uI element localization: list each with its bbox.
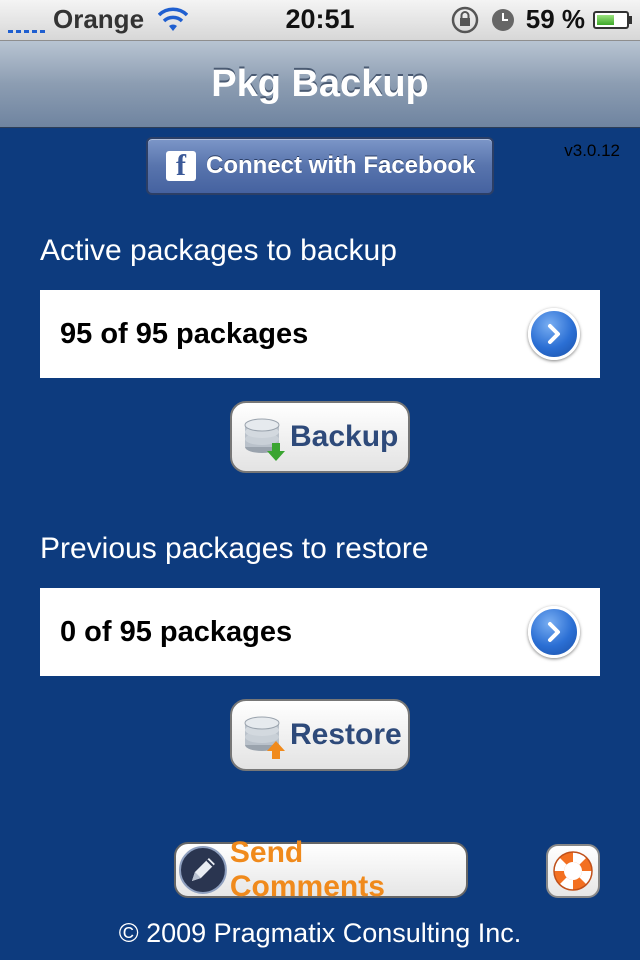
- chevron-right-icon[interactable]: [528, 606, 580, 658]
- restore-button[interactable]: Restore: [230, 699, 410, 771]
- backup-button-label: Backup: [290, 420, 399, 453]
- previous-packages-row[interactable]: 0 of 95 packages: [40, 588, 600, 676]
- status-bar: Orange 20:51 59 %: [0, 0, 640, 41]
- facebook-logo-icon: f: [166, 151, 196, 181]
- database-upload-icon: [244, 716, 285, 759]
- lifebuoy-icon: [553, 851, 593, 891]
- help-button[interactable]: [546, 844, 600, 898]
- restore-button-label: Restore: [290, 718, 402, 751]
- previous-packages-summary: 0 of 95 packages: [60, 615, 293, 648]
- backup-section-label: Active packages to backup: [40, 234, 397, 267]
- send-comments-label: Send Comments: [229, 836, 385, 903]
- active-packages-summary: 95 of 95 packages: [60, 317, 309, 350]
- restore-section-label: Previous packages to restore: [40, 532, 429, 565]
- chevron-right-icon[interactable]: [528, 308, 580, 360]
- navigation-bar: Pkg Backup: [0, 41, 640, 128]
- connect-facebook-label: Connect with Facebook: [206, 152, 476, 179]
- pencil-icon: [178, 846, 227, 894]
- alarm-clock-icon: [491, 8, 514, 31]
- connect-facebook-button[interactable]: f Connect with Facebook: [146, 137, 494, 195]
- backup-button[interactable]: Backup: [230, 401, 410, 473]
- copyright-text: © 2009 Pragmatix Consulting Inc.: [118, 918, 522, 948]
- version-label: v3.0.12: [564, 141, 620, 160]
- battery-fill: [597, 14, 614, 25]
- battery-icon: [593, 10, 632, 29]
- active-packages-row[interactable]: 95 of 95 packages: [40, 290, 600, 378]
- status-right: 59 %: [450, 4, 632, 35]
- page-title: Pkg Backup: [211, 63, 429, 105]
- send-comments-button[interactable]: Send Comments: [174, 836, 468, 903]
- rotation-lock-icon: [451, 6, 478, 33]
- database-download-icon: [244, 418, 285, 461]
- battery-percent: 59 %: [525, 4, 585, 34]
